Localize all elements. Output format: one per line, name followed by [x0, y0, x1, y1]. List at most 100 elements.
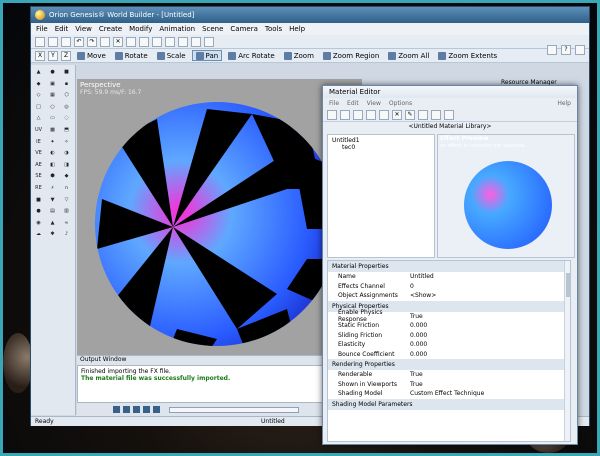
- tool-cube-icon[interactable]: ■: [33, 195, 44, 205]
- copy-icon[interactable]: [139, 36, 149, 47]
- me-menu-help[interactable]: Help: [557, 100, 571, 107]
- grid-icon[interactable]: [165, 36, 175, 47]
- prop-value[interactable]: Custom Effect Technique: [410, 390, 570, 397]
- axis-y-button[interactable]: Y: [48, 50, 58, 61]
- tool-sky-icon[interactable]: ☁: [33, 229, 44, 239]
- undo-icon[interactable]: ↶: [74, 36, 84, 47]
- menu-edit[interactable]: Edit: [55, 25, 69, 33]
- prop-value[interactable]: 0.000: [410, 351, 570, 358]
- tool-split-icon[interactable]: ✧: [61, 137, 72, 147]
- me-menu-options[interactable]: Options: [389, 100, 412, 107]
- me-menu-view[interactable]: View: [367, 100, 381, 107]
- me-open-icon[interactable]: [340, 110, 350, 120]
- tool-grid-icon[interactable]: ▩: [47, 125, 58, 135]
- tool-bevel-icon[interactable]: ◐: [47, 148, 58, 158]
- tool-fill-icon[interactable]: ◆: [61, 171, 72, 181]
- prop-row[interactable]: Name Untitled: [328, 272, 570, 282]
- go-end-icon[interactable]: [153, 406, 160, 413]
- help-icon[interactable]: ?: [561, 45, 571, 55]
- prop-value[interactable]: Untitled: [410, 273, 570, 280]
- new-icon[interactable]: [35, 36, 45, 47]
- zoom-all-button[interactable]: Zoom All: [385, 50, 432, 61]
- tool-extrude-icon[interactable]: ⬒: [61, 125, 72, 135]
- tool-ae-button[interactable]: AE: [33, 160, 44, 170]
- camera-icon[interactable]: [191, 36, 201, 47]
- tool-face-icon[interactable]: ▦: [47, 90, 58, 100]
- prop-row[interactable]: Effects Channel 0: [328, 282, 570, 292]
- tool-cylinder-icon[interactable]: ◎: [61, 102, 72, 112]
- tool-plane-icon[interactable]: ▭: [47, 113, 58, 123]
- tool-camera-icon[interactable]: ■: [61, 67, 72, 77]
- menu-create[interactable]: Create: [99, 25, 122, 33]
- section-material-properties[interactable]: Material Properties: [328, 261, 570, 272]
- tool-cone-icon[interactable]: △: [33, 113, 44, 123]
- tool-ve-button[interactable]: VE: [33, 148, 44, 158]
- prop-value[interactable]: 0: [410, 283, 570, 290]
- prop-row[interactable]: Shown in Viewports True: [328, 380, 570, 390]
- tool-mesh-icon[interactable]: ▣: [47, 79, 58, 89]
- timeline-slider[interactable]: [169, 406, 299, 413]
- menu-help[interactable]: Help: [289, 25, 305, 33]
- prop-row[interactable]: Enable Physics Response True: [328, 309, 570, 323]
- tool-light-icon[interactable]: ●: [47, 67, 58, 77]
- menu-scene[interactable]: Scene: [202, 25, 223, 33]
- save-icon[interactable]: [61, 36, 71, 47]
- me-save-icon[interactable]: [353, 110, 363, 120]
- tool-vertex-icon[interactable]: ▪: [61, 79, 72, 89]
- menu-camera[interactable]: Camera: [230, 25, 257, 33]
- lightbulb-icon[interactable]: [547, 45, 557, 55]
- material-editor-titlebar[interactable]: Material Editor: [323, 86, 577, 98]
- me-brush-icon[interactable]: [418, 110, 428, 120]
- me-panel-icon[interactable]: [444, 110, 454, 120]
- prop-row[interactable]: Renderable True: [328, 370, 570, 380]
- tool-re-button[interactable]: RE: [33, 183, 44, 193]
- tool-uv-button[interactable]: UV: [33, 125, 44, 135]
- tool-sculpt-icon[interactable]: ●: [33, 206, 44, 216]
- tool-smooth-icon[interactable]: ◑: [61, 148, 72, 158]
- tool-sphere-icon[interactable]: ○: [47, 102, 58, 112]
- main-titlebar[interactable]: Orion Genesis® World Builder - [Untitled…: [31, 7, 589, 23]
- me-wand-icon[interactable]: ✎: [405, 110, 415, 120]
- prop-row[interactable]: Shading Model Custom Effect Technique: [328, 389, 570, 399]
- section-rendering-properties[interactable]: Rendering Properties: [328, 359, 570, 370]
- perspective-viewport[interactable]: Perspective FPS: 59.9 ms/F: 16.7: [77, 79, 362, 355]
- paste-icon[interactable]: [152, 36, 162, 47]
- me-layout-icon[interactable]: [431, 110, 441, 120]
- tool-erase-icon[interactable]: ▽: [61, 195, 72, 205]
- me-import-icon[interactable]: [366, 110, 376, 120]
- section-shading-model-parameters[interactable]: Shading Model Parameters: [328, 398, 570, 410]
- next-frame-icon[interactable]: [143, 406, 150, 413]
- settings-icon[interactable]: [575, 45, 585, 55]
- tool-particle-icon[interactable]: ✱: [47, 229, 58, 239]
- redo-icon[interactable]: ↷: [87, 36, 97, 47]
- tool-texture-icon[interactable]: ▤: [47, 206, 58, 216]
- delete-icon[interactable]: ✕: [113, 36, 123, 47]
- tree-item-tec0[interactable]: tec0: [332, 144, 430, 151]
- light-icon[interactable]: [178, 36, 188, 47]
- menu-file[interactable]: File: [36, 25, 48, 33]
- prop-value[interactable]: 0.000: [410, 322, 570, 329]
- tool-water-icon[interactable]: ≈: [61, 218, 72, 228]
- tool-mirror-icon[interactable]: ◧: [47, 160, 58, 170]
- tool-paint-icon[interactable]: ▼: [47, 195, 58, 205]
- rotate-button[interactable]: Rotate: [112, 50, 151, 61]
- prop-row[interactable]: Elasticity 0.000: [328, 340, 570, 350]
- prop-value[interactable]: True: [410, 313, 570, 320]
- material-icon[interactable]: [204, 36, 214, 47]
- scale-button[interactable]: Scale: [154, 50, 189, 61]
- tool-torus-icon[interactable]: ◌: [61, 113, 72, 123]
- me-menu-edit[interactable]: Edit: [347, 100, 359, 107]
- cut-icon[interactable]: [126, 36, 136, 47]
- tool-pattern-icon[interactable]: ▥: [61, 206, 72, 216]
- tool-cap-icon[interactable]: ⬢: [47, 171, 58, 181]
- tool-lightning-icon[interactable]: ⚡: [47, 183, 58, 193]
- tool-weld-icon[interactable]: ✦: [47, 137, 58, 147]
- select-icon[interactable]: [100, 36, 110, 47]
- tool-bone-icon[interactable]: ◆: [33, 79, 44, 89]
- open-icon[interactable]: [48, 36, 58, 47]
- tool-ie-button[interactable]: IE: [33, 137, 44, 147]
- me-export-icon[interactable]: [379, 110, 389, 120]
- prev-frame-icon[interactable]: [123, 406, 130, 413]
- tool-se-button[interactable]: SE: [33, 171, 44, 181]
- prop-value[interactable]: True: [410, 381, 570, 388]
